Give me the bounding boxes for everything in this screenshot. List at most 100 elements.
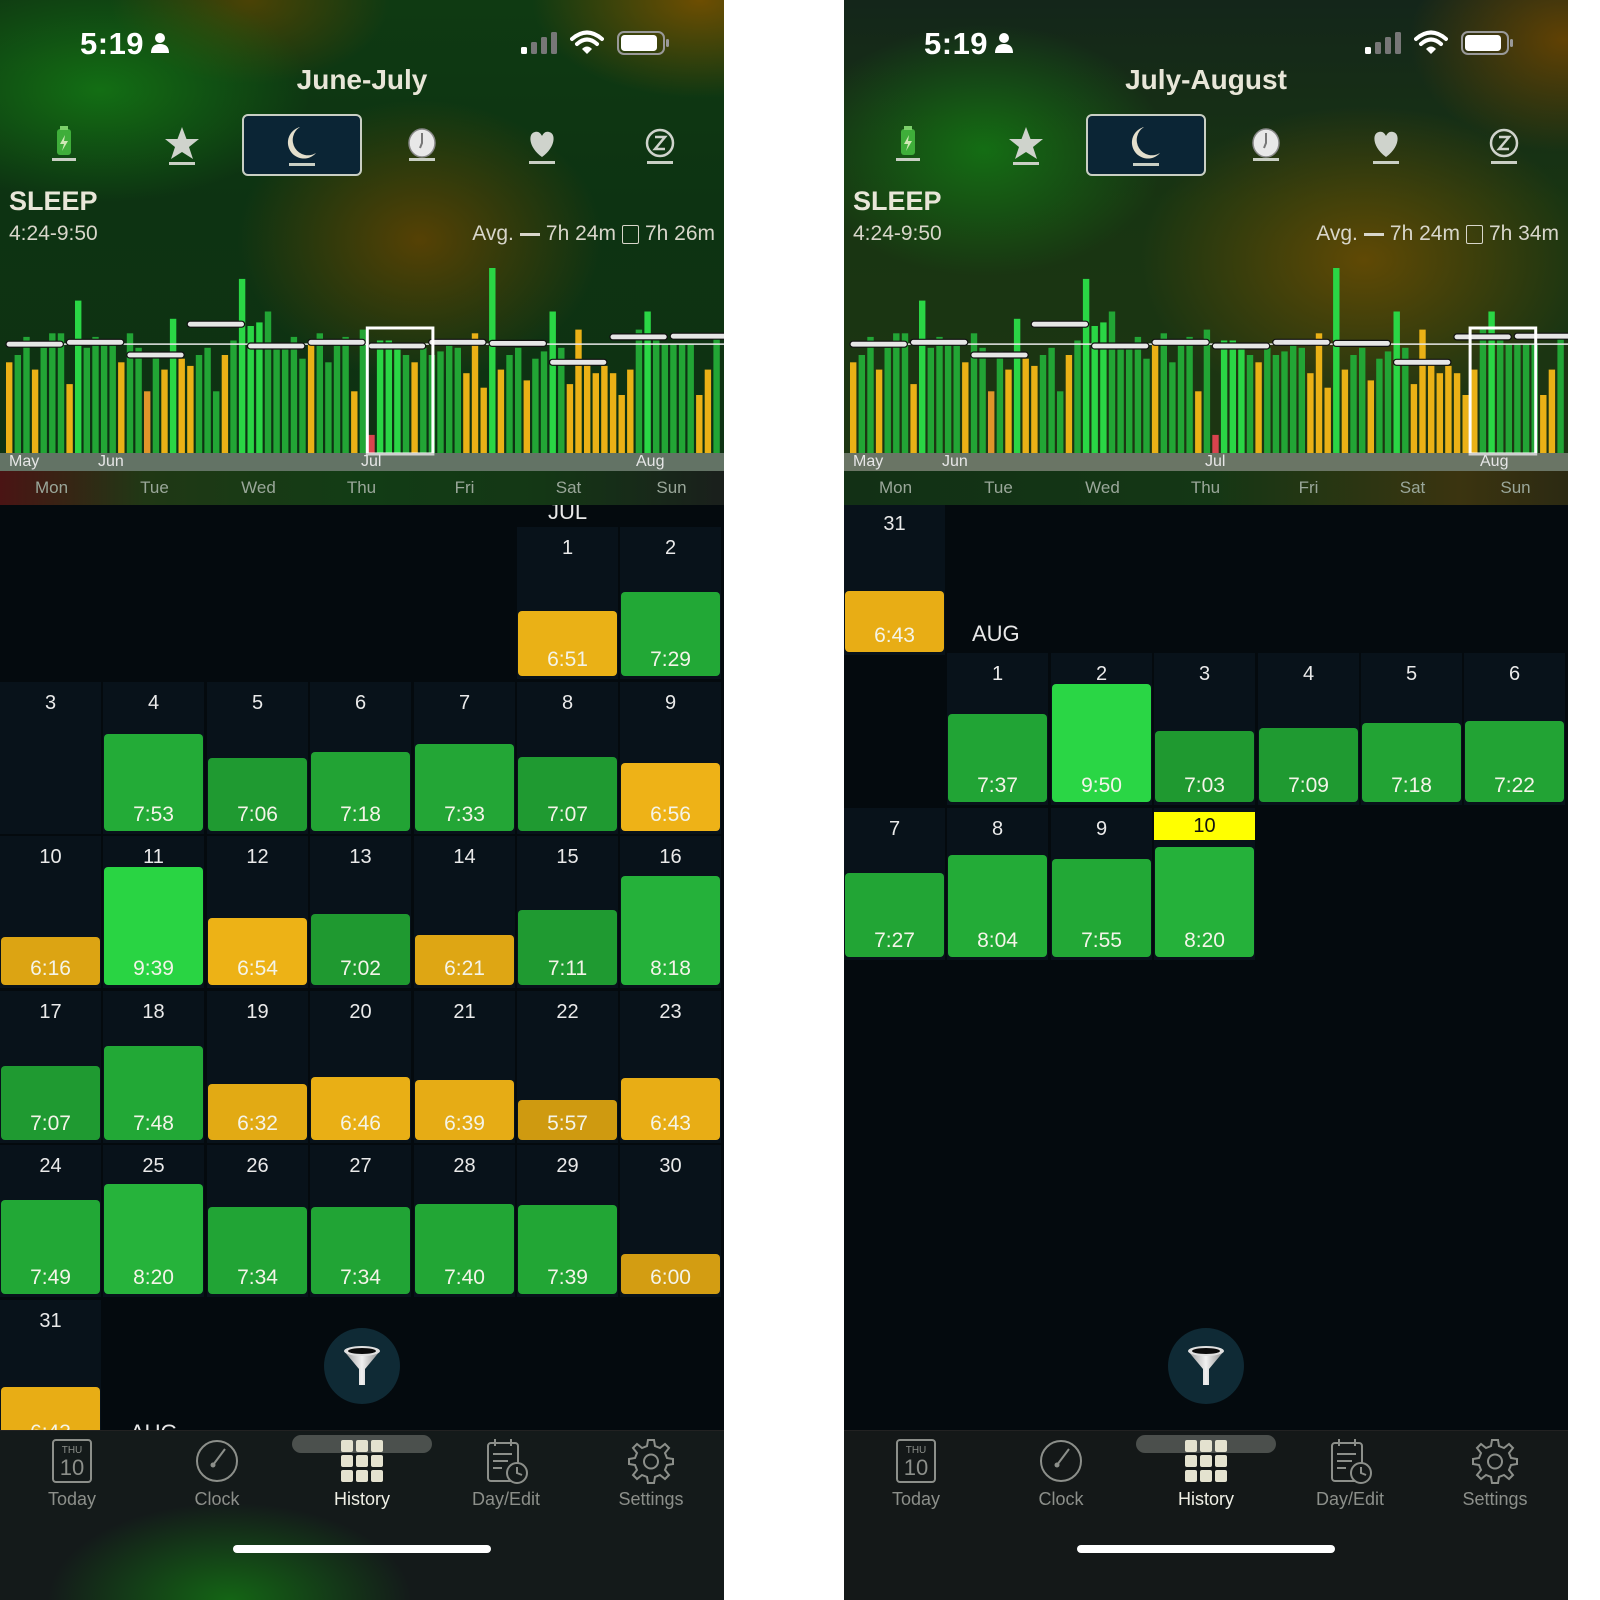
tab-day-edit[interactable]: Day/Edit (441, 1437, 571, 1517)
sleep-bar[interactable] (970, 333, 978, 453)
calendar-day-cell[interactable]: 18 7:48 (103, 990, 204, 1143)
sleep-bar[interactable] (1453, 373, 1461, 453)
sleep-duration-bar[interactable]: 6:43 (1, 1387, 100, 1430)
calendar-day-cell[interactable]: 28 7:40 (414, 1145, 515, 1297)
tab-day-edit[interactable]: Day/Edit (1285, 1437, 1415, 1517)
tab-clock[interactable]: Clock (152, 1437, 282, 1517)
sleep-duration-bar[interactable]: 6:43 (845, 590, 944, 652)
sleep-bar[interactable] (1522, 344, 1530, 453)
home-indicator[interactable] (233, 1545, 491, 1553)
sleep-bar[interactable] (566, 384, 574, 453)
sleep-bar[interactable] (1281, 351, 1288, 453)
filter-button[interactable] (324, 1328, 400, 1404)
metric-tab-energy[interactable] (848, 114, 968, 176)
metric-tab-snooze[interactable] (600, 114, 720, 176)
sleep-bar[interactable] (1471, 369, 1478, 453)
calendar-day-cell[interactable]: 25 8:20 (103, 1145, 204, 1297)
sleep-bar[interactable] (118, 362, 125, 453)
sleep-bar[interactable] (1057, 391, 1064, 453)
calendar-day-cell[interactable]: 1 7:37 (947, 653, 1048, 805)
sleep-bar[interactable] (1255, 362, 1262, 453)
sleep-bar[interactable] (1169, 362, 1176, 453)
calendar-day-cell[interactable]: 9 7:55 (1051, 807, 1152, 960)
calendar-grid[interactable]: JUL 1 6:51 2 7:29 3 4 7:53 5 7:06 6 7:18 7 7:33 8 7:07 9… (0, 505, 724, 1430)
sleep-bar[interactable] (584, 362, 591, 453)
calendar-day-cell[interactable]: 11 9:39 (103, 836, 204, 988)
calendar-day-cell[interactable]: 2 7:29 (620, 527, 721, 679)
sleep-bar[interactable] (342, 336, 349, 453)
sleep-bar[interactable] (850, 362, 857, 453)
calendar-day-cell[interactable]: 30 6:00 (620, 1145, 721, 1297)
calendar-day-cell[interactable]: 2 9:50 (1051, 653, 1152, 805)
sleep-bar[interactable] (1341, 369, 1349, 453)
calendar-day-cell[interactable]: 13 7:02 (310, 836, 411, 988)
sleep-bar[interactable] (144, 391, 151, 453)
sleep-bar[interactable] (238, 278, 246, 453)
sleep-bar[interactable] (1367, 380, 1374, 453)
sleep-bar[interactable] (1212, 434, 1219, 453)
sleep-bar[interactable] (420, 347, 427, 453)
sleep-bar[interactable] (282, 347, 289, 453)
sleep-bar[interactable] (1143, 358, 1150, 453)
sleep-duration-bar[interactable]: 7:27 (845, 873, 944, 957)
sleep-bar[interactable] (1229, 340, 1236, 454)
sleep-bar[interactable] (962, 362, 969, 453)
sleep-bar[interactable] (867, 336, 874, 453)
sleep-bar[interactable] (996, 351, 1004, 453)
sleep-bar-chart[interactable] (844, 248, 1568, 470)
calendar-day-cell[interactable]: 6 7:22 (1464, 653, 1565, 805)
sleep-duration-bar[interactable]: 7:07 (1, 1066, 100, 1140)
sleep-bar[interactable] (92, 336, 99, 453)
sleep-bar[interactable] (221, 355, 229, 453)
calendar-day-cell[interactable]: 4 7:09 (1258, 653, 1359, 805)
calendar-day-cell[interactable]: 17 7:07 (0, 990, 101, 1143)
sleep-duration-bar[interactable]: 7:29 (621, 591, 720, 676)
sleep-bar[interactable] (100, 344, 108, 453)
sleep-bar[interactable] (1108, 311, 1116, 454)
sleep-bar[interactable] (385, 340, 392, 454)
sleep-bar[interactable] (463, 373, 470, 453)
sleep-bar[interactable] (307, 340, 315, 454)
sleep-duration-bar[interactable]: 8:20 (1155, 846, 1254, 957)
sleep-bar[interactable] (6, 362, 13, 453)
sleep-bar[interactable] (489, 268, 496, 453)
sleep-bar[interactable] (1557, 336, 1564, 453)
sleep-bar[interactable] (988, 391, 995, 453)
sleep-bar[interactable] (1238, 344, 1245, 453)
metric-tab-snooze[interactable] (1444, 114, 1564, 176)
sleep-bar[interactable] (411, 362, 418, 453)
sleep-bar[interactable] (653, 340, 660, 454)
sleep-bar-chart[interactable] (0, 248, 724, 470)
sleep-duration-bar[interactable]: 7:11 (518, 909, 617, 985)
sleep-bar[interactable] (1134, 336, 1142, 453)
sleep-bar[interactable] (1186, 336, 1193, 453)
calendar-day-cell[interactable]: 14 6:21 (414, 836, 515, 988)
sleep-bar[interactable] (1505, 344, 1512, 453)
sleep-bar[interactable] (1151, 340, 1159, 454)
sleep-duration-bar[interactable]: 7:22 (1465, 721, 1564, 802)
sleep-duration-bar[interactable]: 8:18 (621, 876, 720, 985)
tab-history[interactable]: History (297, 1437, 427, 1517)
sleep-duration-bar[interactable]: 7:39 (518, 1204, 617, 1294)
sleep-bar[interactable] (893, 333, 900, 453)
metric-tab-sleep[interactable] (242, 114, 362, 176)
calendar-day-cell[interactable]: 5 7:06 (207, 681, 308, 834)
calendar-day-cell[interactable]: 10 8:20 (1154, 807, 1255, 960)
sleep-bar[interactable] (446, 340, 453, 454)
calendar-day-cell[interactable]: 3 7:03 (1154, 653, 1255, 805)
metric-tab-bedtime[interactable] (1206, 114, 1326, 176)
sleep-duration-bar[interactable]: 6:32 (208, 1083, 307, 1140)
tab-today[interactable]: THU 10 Today (7, 1437, 137, 1517)
sleep-bar[interactable] (264, 311, 272, 454)
tab-settings[interactable]: Settings (586, 1437, 716, 1517)
metric-tab-heart[interactable] (1326, 114, 1446, 176)
sleep-bar[interactable] (497, 369, 505, 453)
sleep-bar[interactable] (437, 351, 444, 453)
sleep-bar[interactable] (23, 336, 30, 453)
sleep-duration-bar[interactable]: 7:18 (311, 751, 410, 831)
sleep-bar[interactable] (953, 340, 960, 454)
sleep-duration-bar[interactable]: 6:00 (621, 1254, 720, 1294)
sleep-bar[interactable] (713, 336, 720, 453)
sleep-bar[interactable] (31, 369, 39, 453)
sleep-bar[interactable] (187, 365, 194, 453)
